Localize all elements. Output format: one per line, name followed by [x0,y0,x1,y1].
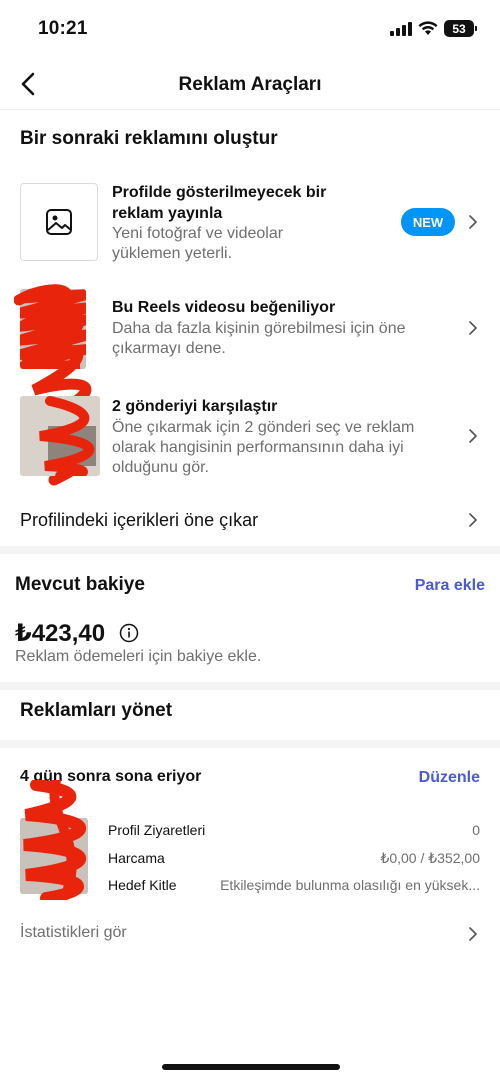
image-icon [46,209,72,235]
balance-title: Mevcut bakiye [15,574,145,595]
create-section-title: Bir sonraki reklamını oluştur [20,128,278,149]
item-description: Öne çıkarmak için 2 gönderi seç ve rekla… [112,419,415,476]
item-title: Profilde gösterilmeyecek bir reklam yayı… [112,184,327,222]
section-divider [0,546,500,554]
compare-posts-item[interactable]: 2 gönderiyi karşılaştır Öne çıkarmak içi… [0,390,500,490]
chevron-right-icon [469,927,477,941]
profile-visits-label: Profil Ziyaretleri [108,822,206,838]
spend-label: Harcama [108,850,165,866]
promote-content-row[interactable]: Profilindeki içerikleri öne çıkar [0,500,500,540]
audience-value: Etkileşimde bulunma olasılığı en yüksek.… [220,877,480,893]
chevron-right-icon [469,429,477,443]
item-title: 2 gönderiyi karşılaştır [112,398,278,415]
image-thumbnail [20,183,98,261]
spend-value: ₺0,00 / ₺352,00 [380,850,480,866]
chevron-right-icon [469,321,477,335]
battery-level: 53 [452,21,466,36]
redaction-overlay [23,780,86,900]
chevron-right-icon [469,215,477,229]
item-description: Daha da fazla kişinin görebilmesi için ö… [112,320,406,357]
status-time: 10:21 [38,18,88,39]
info-icon[interactable] [119,623,139,643]
wifi-icon [418,21,438,35]
balance-amount: ₺423,40 [15,620,106,647]
balance-note: Reklam ödemeleri için bakiye ekle. [15,648,262,665]
audience-label: Hedef Kitle [108,877,177,893]
status-bar: 10:21 53 [0,0,500,58]
battery-icon: 53 [444,20,477,37]
signal-icon [390,21,412,36]
add-funds-link[interactable]: Para ekle [415,577,485,595]
section-divider [0,740,500,748]
nav-bar: Reklam Araçları [0,58,500,110]
view-stats-label: İstatistikleri gör [20,924,127,941]
page-title: Reklam Araçları [178,74,322,95]
status-icons: 53 [390,20,477,37]
item-description: Yeni fotoğraf ve videolar yüklemen yeter… [112,225,284,262]
redaction-scribble [20,396,100,476]
edit-link[interactable]: Düzenle [419,769,480,787]
promote-content-label: Profilindeki içerikleri öne çıkar [20,510,259,530]
view-stats-row[interactable]: İstatistikleri gör [0,915,500,955]
profile-visits-value: 0 [472,822,480,838]
chevron-right-icon [469,513,477,527]
home-indicator [162,1064,340,1070]
new-badge: NEW [401,208,455,236]
section-divider [0,682,500,690]
compare-thumbnail [20,396,100,476]
manage-ads-title: Reklamları yönet [20,700,173,721]
item-title: Bu Reels videosu beğeniliyor [112,299,336,316]
